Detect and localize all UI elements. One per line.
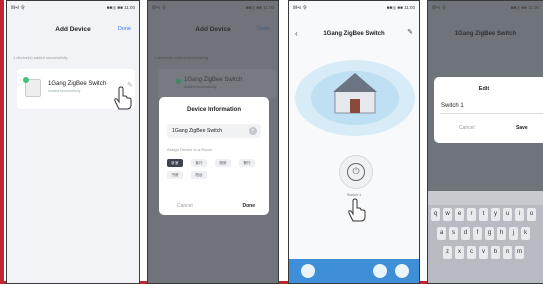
key[interactable]: a xyxy=(437,227,446,240)
dialog-title: Edit xyxy=(478,86,490,92)
device-status: Added successfully xyxy=(48,89,81,93)
keyboard-suggestions xyxy=(428,191,543,205)
key[interactable]: o xyxy=(527,208,536,221)
found-label: 1 device(s) added successfully xyxy=(13,55,68,60)
status-carrier: ⅡⅡ•ıl 令 xyxy=(293,5,308,10)
save-button[interactable]: Save xyxy=(516,125,528,131)
key[interactable]: n xyxy=(503,246,512,259)
key[interactable]: m xyxy=(515,246,524,259)
device-status: Added successfully xyxy=(184,85,217,89)
key[interactable]: b xyxy=(491,246,500,259)
key[interactable]: i xyxy=(515,208,524,221)
done-button[interactable]: Done xyxy=(118,26,131,32)
switch-name-input[interactable]: Switch 1 xyxy=(441,103,464,109)
online-indicator xyxy=(23,77,29,83)
status-carrier: ⅡⅡ•ıl 令 xyxy=(432,5,447,10)
room-option[interactable]: 阳台 xyxy=(191,171,207,179)
left-red-border xyxy=(0,0,4,284)
key[interactable]: f xyxy=(473,227,482,240)
cancel-button[interactable]: Cancel xyxy=(459,125,475,131)
done-button[interactable]: Done xyxy=(243,203,256,209)
room-option[interactable]: 客厅 xyxy=(191,159,207,167)
key[interactable]: c xyxy=(467,246,476,259)
key[interactable]: v xyxy=(479,246,488,259)
device-card: 1Gang ZigBee Switch Added successfully xyxy=(158,69,276,99)
status-bar: ⅡⅡ•ıl 令 ■■◎ ■■ 11:00 xyxy=(428,1,543,13)
onscreen-keyboard: q w e r t y u i o a s d f g h j k z x c … xyxy=(428,191,543,283)
bottom-bar xyxy=(289,259,419,283)
key[interactable]: g xyxy=(485,227,494,240)
edit-icon[interactable]: ✎ xyxy=(407,28,413,36)
phone-screen-device-information: ⅡⅡ•ıl 令 ■■◎ ■■ 11:00 Add Device Done 1 d… xyxy=(147,0,279,284)
status-bar: ⅡⅡ•ıl 令 ■■◎ ■■ 11:00 xyxy=(7,1,139,13)
input-underline xyxy=(440,113,543,114)
timer-button[interactable] xyxy=(301,264,315,278)
key[interactable]: e xyxy=(455,208,464,221)
phone-screen-switch-panel: ⅡⅡ•ıl 令 ■■◎ ■■ 11:00 ‹ 1Gang ZigBee Swit… xyxy=(288,0,420,284)
key[interactable]: k xyxy=(521,227,530,240)
status-right: ■■◎ ■■ 11:00 xyxy=(245,5,274,10)
device-name-input[interactable]: 1Gang ZigBee Switch × xyxy=(167,124,261,138)
keyboard-row-3: z x c v b n m xyxy=(431,246,543,262)
device-information-dialog: Device Information 1Gang ZigBee Switch ×… xyxy=(159,97,269,215)
key[interactable]: j xyxy=(509,227,518,240)
page-title: 1Gang ZigBee Switch xyxy=(454,31,517,37)
house-illustration xyxy=(295,60,415,136)
room-option[interactable]: 厨房 xyxy=(215,159,231,167)
schedule-button[interactable] xyxy=(373,264,387,278)
keyboard-row-1: q w e r t y u i o xyxy=(431,208,543,224)
power-icon: ⏻ xyxy=(352,166,360,176)
online-indicator xyxy=(176,79,181,84)
key[interactable]: h xyxy=(497,227,506,240)
status-right: ■■◎ ■■ 11:00 xyxy=(386,5,415,10)
key[interactable]: x xyxy=(455,246,464,259)
power-button[interactable]: ⏻ xyxy=(339,155,373,189)
done-button[interactable]: Done xyxy=(257,26,270,32)
key[interactable]: z xyxy=(443,246,452,259)
key[interactable]: w xyxy=(443,208,452,221)
room-option[interactable]: 书房 xyxy=(167,171,183,179)
key[interactable]: q xyxy=(431,208,440,221)
room-option[interactable]: 餐厅 xyxy=(239,159,255,167)
assign-room-label: Assign Device to a Room xyxy=(167,147,212,152)
status-bar: ⅡⅡ•ıl 令 ■■◎ ■■ 11:00 xyxy=(148,1,278,13)
keyboard-row-2: a s d f g h j k xyxy=(431,227,543,243)
status-right: ■■◎ ■■ 11:00 xyxy=(106,5,135,10)
status-carrier: ⅡⅡ•ıl 令 xyxy=(11,5,26,10)
phone-screen-add-device: ⅡⅡ•ıl 令 ■■◎ ■■ 11:00 Add Device Done 1 d… xyxy=(6,0,140,284)
key[interactable]: r xyxy=(467,208,476,221)
key[interactable]: d xyxy=(461,227,470,240)
key[interactable]: y xyxy=(491,208,500,221)
page-title: 1Gang ZigBee Switch xyxy=(323,31,385,37)
edit-dialog: Edit Switch 1 Cancel Save xyxy=(434,77,543,143)
dialog-title: Device Information xyxy=(186,107,241,113)
status-carrier: ⅡⅡ•ıl 令 xyxy=(152,5,167,10)
room-option[interactable]: 卧室 xyxy=(167,159,183,167)
key[interactable]: u xyxy=(503,208,512,221)
device-name: 1Gang ZigBee Switch xyxy=(48,81,107,87)
key[interactable]: s xyxy=(449,227,458,240)
power-ring: ⏻ xyxy=(347,163,365,181)
device-name-value: 1Gang ZigBee Switch xyxy=(172,128,223,134)
tap-hand-icon xyxy=(114,86,132,110)
tap-hand-icon xyxy=(348,198,366,222)
found-label: 1 device(s) added successfully xyxy=(154,55,209,60)
key[interactable]: t xyxy=(479,208,488,221)
cancel-button[interactable]: Cancel xyxy=(177,203,193,209)
phone-screen-edit-switch: ⅡⅡ•ıl 令 ■■◎ ■■ 11:00 1Gang ZigBee Switch… xyxy=(427,0,543,284)
status-right: ■■◎ ■■ 11:00 xyxy=(510,5,539,10)
settings-button[interactable] xyxy=(395,264,409,278)
status-bar: ⅡⅡ•ıl 令 ■■◎ ■■ 11:00 xyxy=(289,1,419,13)
device-name: 1Gang ZigBee Switch xyxy=(184,77,243,83)
clear-icon[interactable]: × xyxy=(249,127,257,135)
